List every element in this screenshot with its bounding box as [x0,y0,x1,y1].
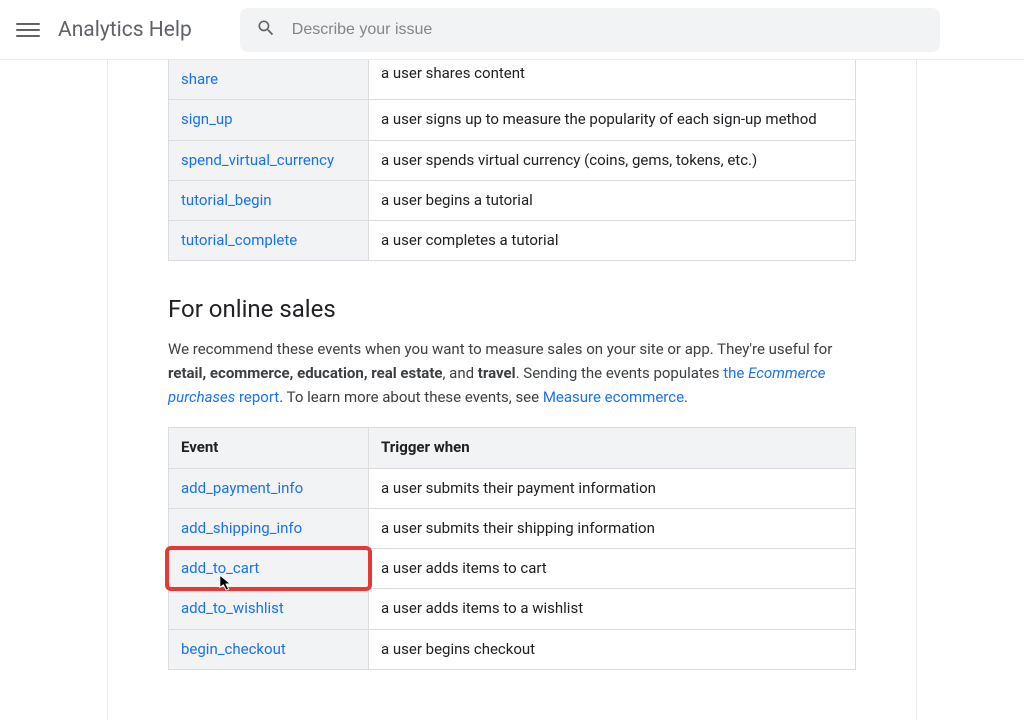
event-cell: add_payment_info [169,468,369,508]
event-link[interactable]: spend_virtual_currency [181,151,334,169]
event-cell: share [169,60,369,100]
search-input[interactable] [292,21,924,39]
section-intro: We recommend these events when you want … [168,337,856,409]
events-table-general: sharea user shares contentsign_upa user … [168,60,856,261]
event-description: a user spends virtual currency (coins, g… [369,140,856,180]
app-header: Analytics Help [0,0,1024,60]
event-link[interactable]: add_shipping_info [181,519,302,537]
event-description: a user shares content [369,60,856,100]
table-row: add_to_wishlist a user adds items to a wi… [169,589,856,629]
event-description: a user adds items to a wishlist [369,589,856,629]
table-row: begin_checkout a user begins checkout [169,629,856,669]
intro-bold-5: travel [478,364,516,382]
event-cell: spend_virtual_currency [169,140,369,180]
brand-title: Analytics Help [58,18,192,42]
event-link[interactable]: add_to_cart [181,559,259,577]
event-link[interactable]: begin_checkout [181,640,286,658]
search-bar[interactable] [240,8,940,52]
intro-text: , and [443,364,478,382]
intro-bold-4: real estate [371,364,442,382]
event-description: a user adds items to cart [369,549,856,589]
intro-text: We recommend these events when you want … [168,340,832,358]
intro-bold-3: education [297,364,364,382]
table-row: tutorial_complete a user completes a tuto… [169,221,856,261]
event-link[interactable]: tutorial_begin [181,191,272,209]
table-row: add_shipping_info a user submits their sh… [169,508,856,548]
event-description: a user signs up to measure the popularit… [369,100,856,140]
table-row: sign_up a user signs up to measure the po… [169,100,856,140]
event-cell: tutorial_begin [169,180,369,220]
event-cell: add_to_cart [169,549,369,589]
section-heading-online-sales: For online sales [168,295,856,323]
event-cell: add_shipping_info [169,508,369,548]
table-row: share a user shares content [169,60,856,100]
event-cell: begin_checkout [169,629,369,669]
intro-bold-1: retail [168,364,203,382]
table-row: spend_virtual_currency a user spends virt… [169,140,856,180]
search-icon [256,18,276,42]
menu-icon[interactable] [16,18,40,42]
article-card: sharea user shares contentsign_upa user … [107,60,917,720]
event-description: a user begins a tutorial [369,180,856,220]
event-description: a user completes a tutorial [369,221,856,261]
event-link[interactable]: add_to_wishlist [181,599,284,617]
intro-text: . [684,388,688,406]
page-body: sharea user shares contentsign_upa user … [0,60,1024,720]
intro-text: . Sending the events populates [516,364,724,382]
intro-text: . To learn more about these events, see [279,388,543,406]
event-link[interactable]: share [181,70,218,88]
table-row: add_payment_info a user submits their pay… [169,468,856,508]
col-header-event: Event [169,428,369,468]
event-cell: tutorial_complete [169,221,369,261]
event-link[interactable]: sign_up [181,110,233,128]
col-header-trigger: Trigger when [369,428,856,468]
event-description: a user submits their shipping informatio… [369,508,856,548]
event-cell: add_to_wishlist [169,589,369,629]
table-row: add_to_cart a user adds items to cart [169,549,856,589]
event-description: a user submits their payment information [369,468,856,508]
measure-ecommerce-link[interactable]: Measure ecommerce [543,388,684,406]
table-row: tutorial_begin a user begins a tutorial [169,180,856,220]
event-link[interactable]: tutorial_complete [181,231,297,249]
event-link[interactable]: add_payment_info [181,479,303,497]
event-description: a user begins checkout [369,629,856,669]
events-table-online-sales: Event Trigger when add_payment_infoa use… [168,427,856,670]
event-cell: sign_up [169,100,369,140]
intro-bold-2: ecommerce [210,364,290,382]
